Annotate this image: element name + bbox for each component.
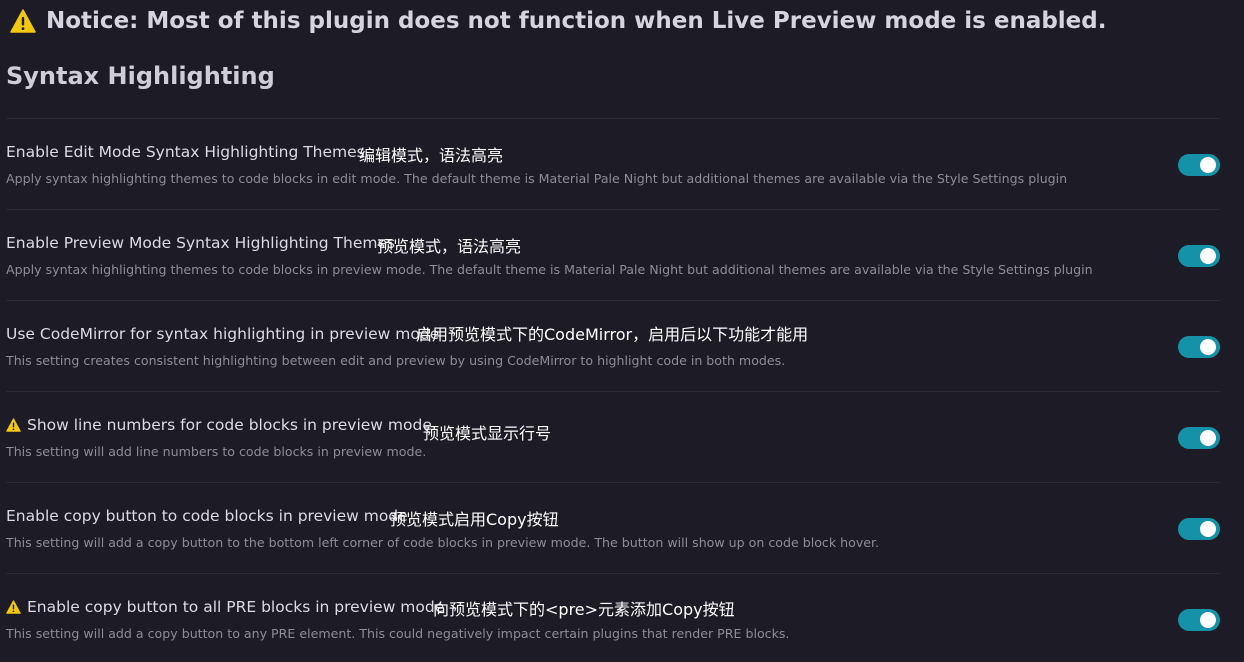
setting-name: Enable Preview Mode Syntax Highlighting … xyxy=(6,234,396,252)
setting-description: This setting will add a copy button to t… xyxy=(6,535,880,550)
warning-icon xyxy=(6,600,21,614)
toggle-knob xyxy=(1200,157,1216,173)
toggle-knob xyxy=(1200,612,1216,628)
setting-description: This setting will add line numbers to co… xyxy=(6,444,427,459)
setting-copy-button-pre: Enable copy button to all PRE blocks in … xyxy=(6,573,1220,662)
toggle-knob xyxy=(1200,339,1216,355)
toggle-knob xyxy=(1200,430,1216,446)
setting-name: Use CodeMirror for syntax highlighting i… xyxy=(6,325,440,343)
settings-page: Notice: Most of this plugin does not fun… xyxy=(0,0,1244,662)
setting-description: Apply syntax highlighting themes to code… xyxy=(6,262,1093,277)
warning-icon xyxy=(6,418,21,432)
setting-name: Enable copy button to code blocks in pre… xyxy=(6,507,408,525)
warning-icon xyxy=(10,9,36,33)
setting-annotation: 预览模式显示行号 xyxy=(423,424,552,443)
setting-use-codemirror: Use CodeMirror for syntax highlighting i… xyxy=(6,300,1220,391)
setting-annotation: 预览模式，语法高亮 xyxy=(377,237,522,256)
setting-annotation: 启用预览模式下的CodeMirror，启用后以下功能才能用 xyxy=(416,325,809,344)
live-preview-notice: Notice: Most of this plugin does not fun… xyxy=(10,6,1106,36)
setting-name: Show line numbers for code blocks in pre… xyxy=(27,416,432,434)
setting-annotation: 编辑模式，语法高亮 xyxy=(359,146,504,165)
setting-description: This setting creates consistent highligh… xyxy=(6,353,786,368)
setting-description: This setting will add a copy button to a… xyxy=(6,626,790,641)
toggle-knob xyxy=(1200,248,1216,264)
setting-annotation: 预览模式启用Copy按钮 xyxy=(390,510,559,529)
toggle-preview-mode-themes[interactable] xyxy=(1178,245,1220,267)
setting-description: Apply syntax highlighting themes to code… xyxy=(6,171,1068,186)
toggle-copy-button-pre[interactable] xyxy=(1178,609,1220,631)
toggle-use-codemirror[interactable] xyxy=(1178,336,1220,358)
toggle-knob xyxy=(1200,521,1216,537)
toggle-copy-button[interactable] xyxy=(1178,518,1220,540)
setting-edit-mode-themes: Enable Edit Mode Syntax Highlighting The… xyxy=(6,118,1220,209)
toggle-edit-mode-themes[interactable] xyxy=(1178,154,1220,176)
setting-line-numbers: Show line numbers for code blocks in pre… xyxy=(6,391,1220,482)
setting-copy-button: Enable copy button to code blocks in pre… xyxy=(6,482,1220,573)
setting-name: Enable Edit Mode Syntax Highlighting The… xyxy=(6,143,365,161)
section-title: Syntax Highlighting xyxy=(6,62,275,90)
setting-name: Enable copy button to all PRE blocks in … xyxy=(27,598,445,616)
notice-text: Notice: Most of this plugin does not fun… xyxy=(46,8,1107,34)
setting-preview-mode-themes: Enable Preview Mode Syntax Highlighting … xyxy=(6,209,1220,300)
setting-annotation: 向预览模式下的<pre>元素添加Copy按钮 xyxy=(433,600,735,619)
toggle-line-numbers[interactable] xyxy=(1178,427,1220,449)
